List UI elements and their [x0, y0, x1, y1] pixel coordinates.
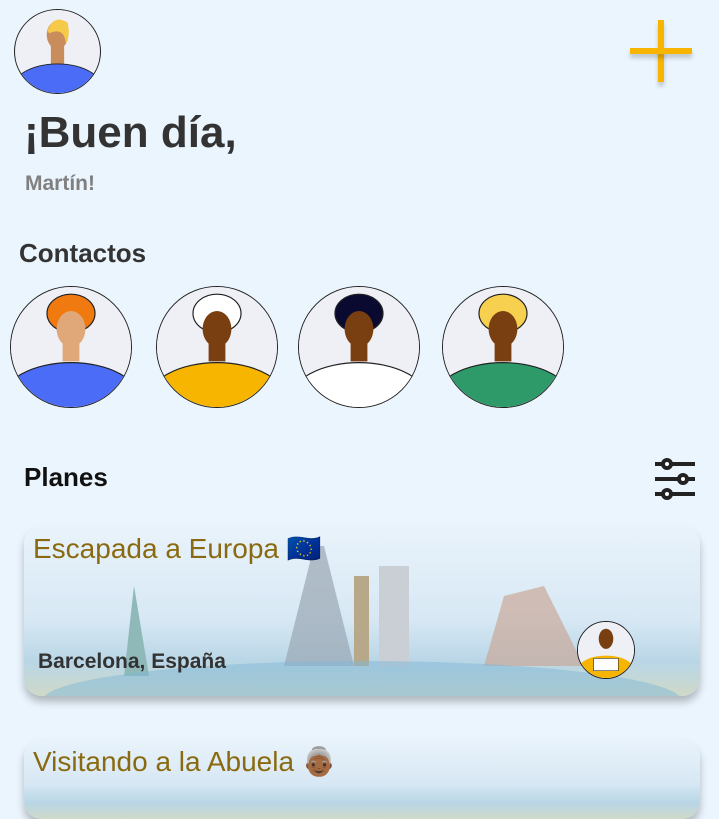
add-plan-button[interactable]	[630, 20, 692, 82]
plan-title: Escapada a Europa 🇪🇺	[33, 533, 322, 564]
contact-avatar[interactable]	[298, 286, 420, 408]
contacts-heading: Contactos	[19, 238, 147, 268]
plan-location: Barcelona, España	[38, 650, 226, 673]
contact-avatar[interactable]	[442, 286, 564, 408]
user-name: Martín!	[25, 172, 95, 195]
contact-avatar[interactable]	[10, 286, 132, 408]
contact-avatar[interactable]	[156, 286, 278, 408]
user-avatar[interactable]	[14, 9, 101, 94]
plan-title: Visitando a la Abuela 👵🏾	[33, 746, 337, 777]
plan-card[interactable]: Visitando a la Abuela 👵🏾	[24, 739, 700, 819]
sliders-icon[interactable]	[654, 458, 696, 500]
plans-heading: Planes	[24, 462, 108, 492]
greeting: ¡Buen día,	[24, 108, 237, 157]
plan-card[interactable]: Escapada a Europa 🇪🇺 Barcelona, España	[24, 526, 700, 696]
plan-participant-avatar	[577, 621, 635, 679]
